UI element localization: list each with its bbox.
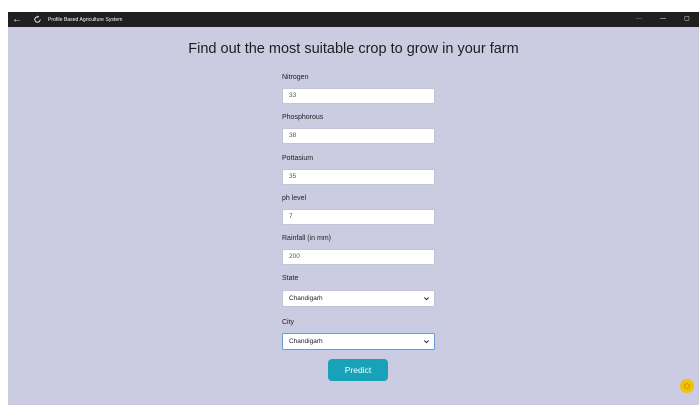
state-select[interactable]: Chandigarh <box>282 290 435 307</box>
rainfall-input[interactable]: 200 <box>282 249 435 265</box>
city-select[interactable]: Chandigarh <box>282 333 435 350</box>
assistant-icon[interactable] <box>680 379 694 393</box>
state-label: State <box>282 275 299 282</box>
pottasium-label: Pottasium <box>282 155 314 162</box>
ph-level-input[interactable]: 7 <box>282 209 435 225</box>
more-options-button[interactable]: ··· <box>627 12 651 27</box>
page-heading: Find out the most suitable crop to grow … <box>188 41 519 57</box>
app-title: Profile Based Agriculture System <box>48 16 123 23</box>
rainfall-label: Rainfall (in mm) <box>282 235 332 242</box>
ph-level-label: ph level <box>282 195 307 202</box>
phosphorous-label: Phosphorous <box>282 114 324 121</box>
city-selected-value: Chandigarh <box>289 338 323 345</box>
chevron-down-icon <box>423 297 430 301</box>
pottasium-input[interactable]: 35 <box>282 169 435 185</box>
phosphorous-input[interactable]: 38 <box>282 128 435 144</box>
city-label: City <box>282 319 295 326</box>
maximize-button[interactable]: ▢ <box>675 12 699 27</box>
main-content: Find out the most suitable crop to grow … <box>8 27 699 405</box>
nitrogen-input[interactable]: 33 <box>282 88 435 104</box>
back-arrow-icon[interactable]: ← <box>9 12 25 27</box>
predict-button[interactable]: Predict <box>328 359 388 381</box>
title-bar: ← Profile Based Agriculture System ··· —… <box>8 12 699 27</box>
minimize-button[interactable]: — <box>651 12 675 27</box>
chevron-down-icon <box>423 340 430 344</box>
nitrogen-label: Nitrogen <box>282 74 309 81</box>
refresh-icon[interactable] <box>31 12 43 27</box>
state-selected-value: Chandigarh <box>289 295 323 302</box>
